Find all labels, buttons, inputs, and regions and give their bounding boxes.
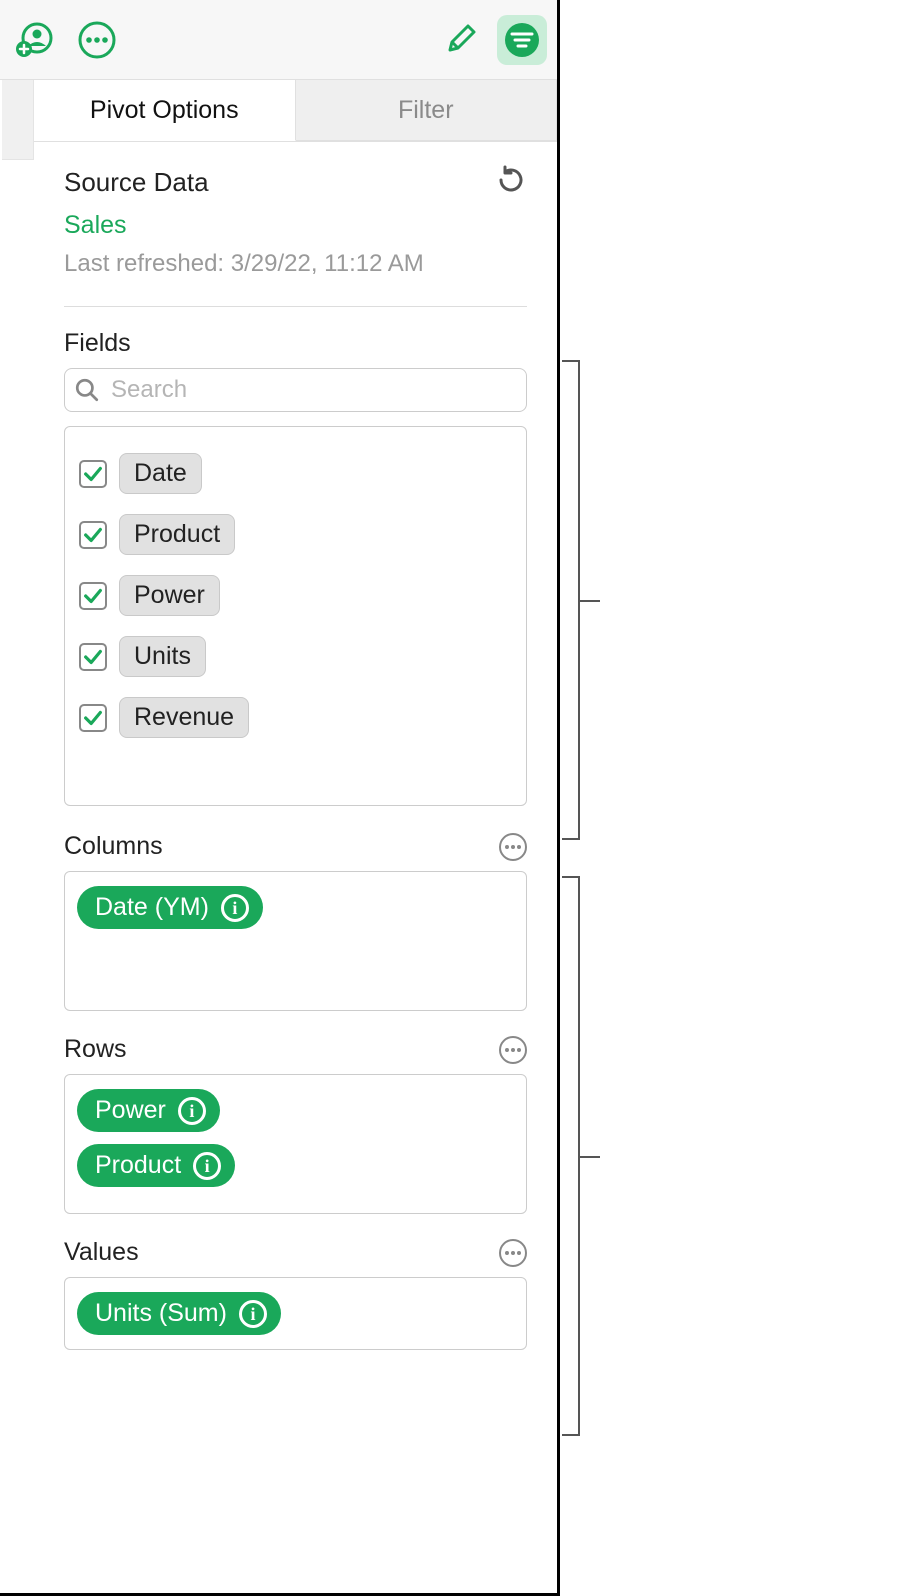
pill-label: Date (YM): [95, 893, 209, 922]
check-icon: [82, 463, 104, 485]
field-row: Product: [79, 514, 512, 555]
source-data-name[interactable]: Sales: [64, 211, 527, 240]
field-checkbox-power[interactable]: [79, 582, 107, 610]
collaborate-icon: [15, 20, 55, 60]
pill-label: Units (Sum): [95, 1299, 227, 1328]
bracket-areas: [562, 876, 580, 1436]
fields-list: Date Product Power Units: [64, 426, 527, 806]
check-icon: [82, 707, 104, 729]
values-heading: Values: [64, 1238, 139, 1267]
pill-label: Power: [95, 1096, 166, 1125]
search-icon: [74, 377, 100, 403]
field-row: Units: [79, 636, 512, 677]
field-chip-product[interactable]: Product: [119, 514, 235, 555]
check-icon: [82, 585, 104, 607]
field-checkbox-revenue[interactable]: [79, 704, 107, 732]
tab-filter[interactable]: Filter: [296, 80, 558, 141]
info-icon[interactable]: i: [178, 1097, 206, 1125]
field-row: Date: [79, 453, 512, 494]
field-chip-revenue[interactable]: Revenue: [119, 697, 249, 738]
refresh-button[interactable]: [495, 164, 527, 201]
field-checkbox-units[interactable]: [79, 643, 107, 671]
last-refreshed-label: Last refreshed: 3/29/22, 11:12 AM: [64, 250, 527, 278]
field-chip-units[interactable]: Units: [119, 636, 206, 677]
field-chip-date[interactable]: Date: [119, 453, 202, 494]
bracket-fields: [562, 360, 580, 840]
field-row: Revenue: [79, 697, 512, 738]
collaborate-button[interactable]: [10, 15, 60, 65]
refresh-icon: [495, 164, 527, 196]
tab-pivot-options[interactable]: Pivot Options: [34, 80, 296, 141]
info-icon[interactable]: i: [221, 894, 249, 922]
check-icon: [82, 646, 104, 668]
rows-heading: Rows: [64, 1035, 127, 1064]
field-checkbox-date[interactable]: [79, 460, 107, 488]
field-checkbox-product[interactable]: [79, 521, 107, 549]
rows-more-button[interactable]: [499, 1036, 527, 1064]
fields-search-input[interactable]: [64, 368, 527, 412]
field-chip-power[interactable]: Power: [119, 575, 220, 616]
pill-label: Product: [95, 1151, 181, 1180]
info-icon[interactable]: i: [193, 1152, 221, 1180]
format-button[interactable]: [435, 15, 485, 65]
columns-more-button[interactable]: [499, 833, 527, 861]
column-pill-date[interactable]: Date (YM) i: [77, 886, 263, 929]
toolbar: [0, 0, 557, 80]
row-pill-power[interactable]: Power i: [77, 1089, 220, 1132]
sheet-edge: [2, 80, 34, 160]
value-pill-units[interactable]: Units (Sum) i: [77, 1292, 281, 1335]
more-button[interactable]: [72, 15, 122, 65]
check-icon: [82, 524, 104, 546]
organize-button[interactable]: [497, 15, 547, 65]
divider: [64, 306, 527, 307]
columns-heading: Columns: [64, 832, 163, 861]
organize-icon: [502, 20, 542, 60]
format-brush-icon: [440, 20, 480, 60]
rows-dropzone[interactable]: Power i Product i: [64, 1074, 527, 1214]
tabs: Pivot Options Filter: [34, 80, 557, 142]
more-icon: [77, 20, 117, 60]
source-data-heading: Source Data: [64, 167, 209, 198]
fields-heading: Fields: [64, 329, 131, 358]
info-icon[interactable]: i: [239, 1300, 267, 1328]
columns-dropzone[interactable]: Date (YM) i: [64, 871, 527, 1011]
row-pill-product[interactable]: Product i: [77, 1144, 235, 1187]
values-more-button[interactable]: [499, 1239, 527, 1267]
values-dropzone[interactable]: Units (Sum) i: [64, 1277, 527, 1350]
field-row: Power: [79, 575, 512, 616]
